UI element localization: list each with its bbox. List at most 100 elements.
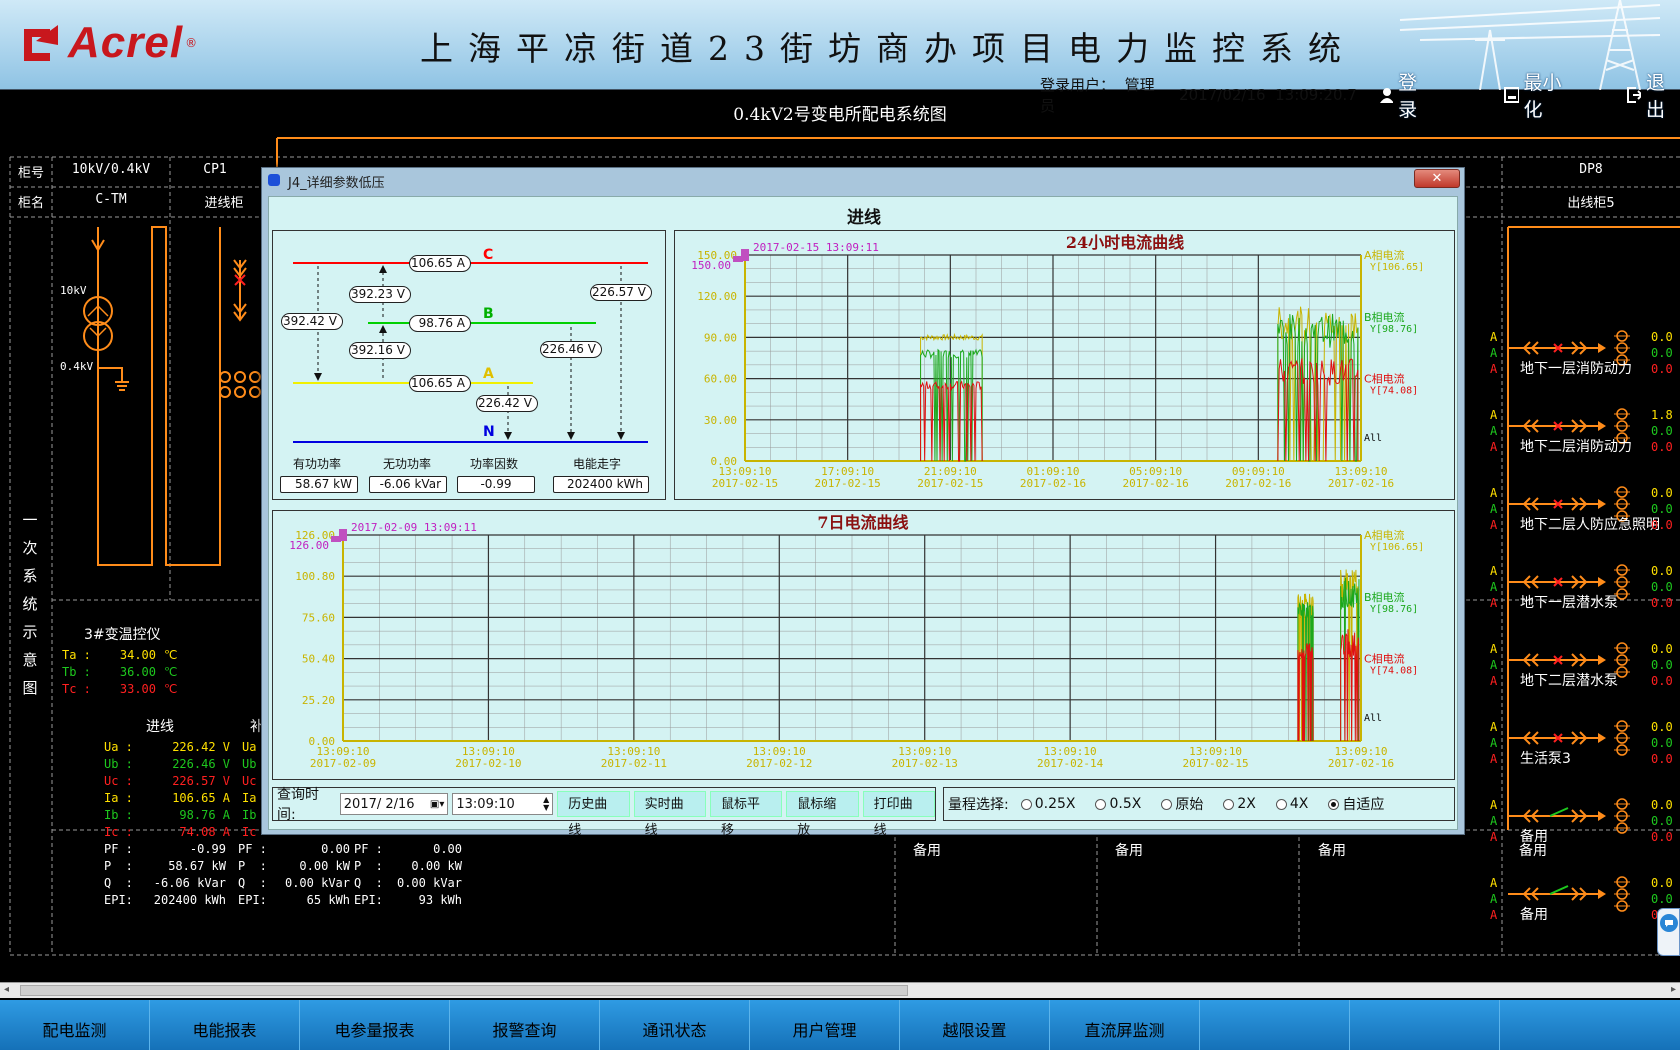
uca-value: 392.42 V [281,313,343,330]
phase-tag: A [1490,502,1498,516]
legend-all[interactable]: All [1364,713,1382,724]
param-key-2: Ib [242,808,257,822]
nav-item[interactable]: 直流屏监测 [1050,1000,1200,1050]
feeder-value: 0.0 [1651,720,1673,734]
radio-icon[interactable] [1020,798,1032,810]
chat-icon [1660,914,1678,932]
realtime-curve-button[interactable]: 实时曲线 [633,791,706,838]
dialog-body: 进线 C B A N 106.65 A 98.76 A 106.65 A 392… [268,196,1458,838]
chart-24h[interactable]: 24小时电流曲线0.0030.0060.0090.00120.00150.001… [675,231,1456,501]
series-b-line [920,348,983,462]
mouse-zoom-button[interactable]: 鼠标缩放 [786,791,859,838]
scrollbar-thumb[interactable] [20,985,908,996]
range-option[interactable]: 自适应 [1328,794,1384,814]
x-tick-date: 2017-02-15 [712,477,778,490]
feeder-value: 0.0 [1651,346,1673,360]
phase-tag: A [1490,830,1498,844]
feeder-value: 0.0 [1651,798,1673,812]
param2-value: 58.67 kW [168,859,226,873]
phase-tag: A [1490,736,1498,750]
scroll-left-icon[interactable]: ◂ [4,984,9,995]
phase-tag: A [1490,518,1498,532]
param-key-2: Ia [242,791,257,805]
x-tick-date: 2017-02-14 [1037,757,1104,770]
mouse-pan-button[interactable]: 鼠标平移 [709,791,783,838]
scroll-right-icon[interactable]: ▸ [1671,984,1676,995]
nav-item[interactable]: 电参量报表 [300,1000,450,1050]
power-factor-label: 功率因数 [470,457,519,471]
range-option[interactable]: 0.5X [1095,794,1141,814]
query-bar: 查询时间: 2017/ 2/16 ▣▾ 13:09:10 ▲ ▼ 历史曲线 实时曲… [272,787,936,838]
cabinet-name-1: C-TM [95,192,127,207]
legend-all[interactable]: All [1364,433,1382,444]
param2-key-2: EPI: [238,893,267,907]
range-option[interactable]: 原始 [1161,794,1203,814]
horizontal-scrollbar[interactable]: ◂ ▸ [0,982,1680,998]
legend-series-name: A相电流 [1364,528,1405,542]
param-key: Uc : [104,774,133,788]
nav-item[interactable]: 越限设置 [900,1000,1050,1050]
feeder-name: 生活泵3 [1520,751,1571,767]
chart-24h-panel[interactable]: 24小时电流曲线 0.00 30.00 60.00 90.00 120.00 150.00 1… [674,230,1455,500]
legend-series-value: Y[106.65] [1370,262,1424,273]
system-title: 上海平凉街道23街坊商办项目电力监控系统 [420,29,1356,68]
temp-unit: ℃ [164,648,178,662]
print-curve-button[interactable]: 打印曲线 [862,791,936,838]
time-spinner[interactable]: 13:09:10 ▲ ▼ [452,793,554,815]
nav-item[interactable] [1350,1000,1500,1050]
nav-item[interactable]: 配电监测 [0,1000,150,1050]
uc-value: 226.57 V [590,284,652,301]
history-curve-button[interactable]: 历史曲线 [557,791,630,838]
param-key: Ib : [104,808,133,822]
chart-7d-panel[interactable]: 7日电流曲线 0.00 25.20 50.40 75.60 100.80 126.00 13:… [272,510,1455,780]
legend-series-name: A相电流 [1364,248,1405,262]
temp-row: Ta : 34.00 ℃ [62,648,177,662]
date-picker[interactable]: 2017/ 2/16 ▣▾ [339,793,449,815]
nav-item[interactable]: 用户管理 [750,1000,900,1050]
transformer-lv-label: 0.4kV [60,360,94,373]
nav-item[interactable] [1200,1000,1350,1050]
chart-7d[interactable]: 7日电流曲线0.0025.2050.4075.60100.80126.0013:… [273,511,1456,781]
param2-value: -6.06 kVar [153,876,226,890]
page-title: 0.4kV2号变电所配电系统图 [733,105,947,125]
radio-icon[interactable] [1223,798,1235,810]
phase-tag: A [1490,642,1498,656]
radio-icon[interactable] [1328,798,1340,810]
dialog-titlebar[interactable]: J4_详细参数低压 ✕ [262,168,1464,192]
feeder-name: 地下二层消防动力 [1520,439,1632,455]
feeder-value: 0.0 [1651,642,1673,656]
feeder-value: 0.0 [1651,502,1673,516]
radio-icon[interactable] [1095,798,1107,810]
uab-value: 392.16 V [349,342,411,359]
nav-item[interactable]: 电能报表 [150,1000,300,1050]
feeder-name: 备用 [1520,907,1548,923]
temp-value: 34.00 [119,648,156,662]
calendar-dropdown-icon[interactable]: ▣▾ [430,799,444,810]
param2-value-3: 93 kWh [418,893,462,907]
spinner-arrows-icon[interactable]: ▲ ▼ [543,796,549,812]
nav-item[interactable]: 通讯状态 [600,1000,750,1050]
param2-key: P : [104,859,133,873]
radio-icon[interactable] [1161,798,1173,810]
query-label: 查询时间: [277,787,319,823]
param2-key-3: Q : [354,876,383,890]
range-option[interactable]: 0.25X [1020,794,1075,814]
range-option[interactable]: 2X [1223,794,1256,814]
side-widget-button[interactable] [1657,908,1680,956]
temp-controller-title: 3#变温控仪 [84,627,161,643]
y-tick-label: 90.00 [704,331,737,344]
phase-tag: A [1490,346,1498,360]
param-key: Ub : [104,757,133,771]
active-power-value: 58.67 kW [280,476,358,493]
time-value: 13:09:10 [456,796,515,812]
radio-icon[interactable] [1275,798,1287,810]
feeder-value: 0.0 [1651,580,1673,594]
range-option-label: 0.5X [1109,796,1142,812]
range-option[interactable]: 4X [1275,794,1308,814]
cabinet-name-last: 出线柜5 [1567,196,1615,211]
feeder-value: 0.0 [1651,830,1673,844]
nav-item[interactable]: 报警查询 [450,1000,600,1050]
right-feeder-lines [1508,330,1630,912]
close-button[interactable]: ✕ [1414,169,1460,188]
phase-tag: A [1490,596,1498,610]
